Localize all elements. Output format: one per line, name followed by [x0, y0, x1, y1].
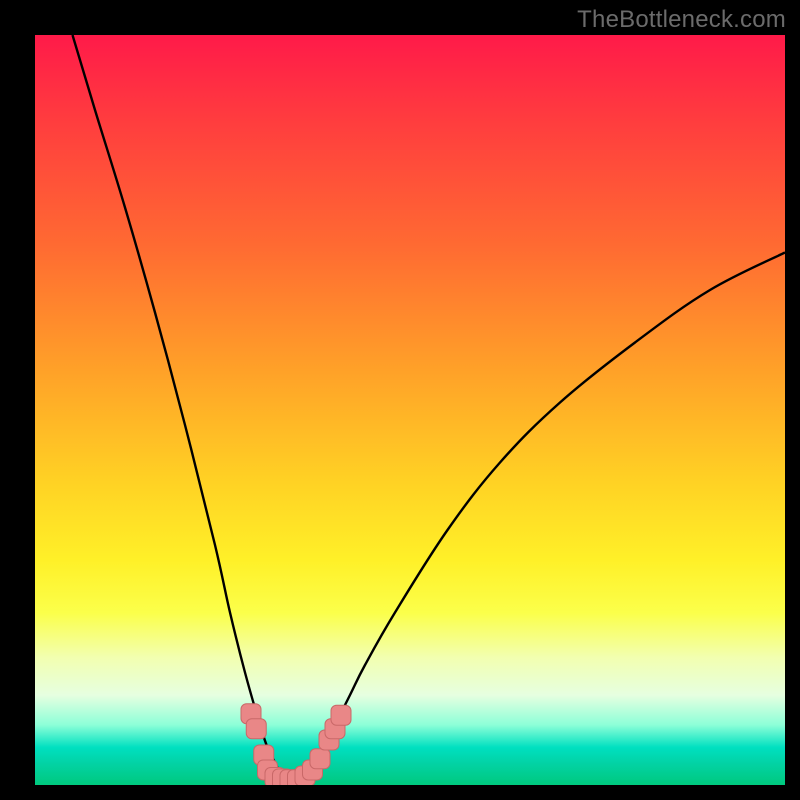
marker-group	[241, 704, 351, 785]
curve-marker	[310, 749, 330, 769]
curve-marker	[246, 719, 266, 739]
plot-area	[35, 35, 785, 785]
chart-svg	[35, 35, 785, 785]
watermark-text: TheBottleneck.com	[577, 6, 786, 34]
curve-marker	[331, 705, 351, 725]
bottleneck-curve	[73, 35, 786, 782]
chart-frame: TheBottleneck.com	[0, 0, 800, 800]
